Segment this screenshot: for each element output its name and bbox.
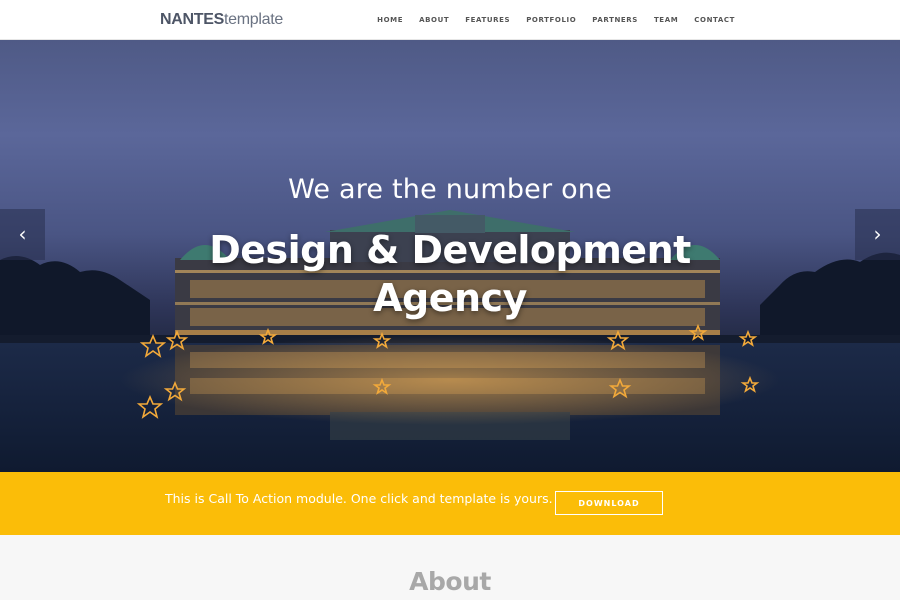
about-heading: About (409, 567, 491, 596)
chevron-right-icon: › (873, 222, 882, 246)
cta-text: This is Call To Action module. One click… (165, 491, 553, 506)
slider-prev-button[interactable]: ‹ (0, 209, 45, 260)
nav-features-link[interactable]: FEATURES (465, 16, 510, 24)
chevron-left-icon: ‹ (18, 222, 27, 246)
call-to-action-bar: This is Call To Action module. One click… (0, 472, 900, 535)
brand-logo-bold: NANTES (160, 11, 224, 28)
brand-logo-light: template (223, 11, 283, 28)
nav-home-link[interactable]: HOME (377, 16, 403, 24)
nav-partners-link[interactable]: PARTNERS (592, 16, 638, 24)
nav-about-link[interactable]: ABOUT (419, 16, 449, 24)
hero-subtitle: We are the number one (288, 174, 612, 205)
download-button[interactable]: DOWNLOAD (555, 491, 663, 515)
hero-title-line1: Design & Development (209, 228, 691, 272)
main-menu: HOME ABOUT FEATURES PORTFOLIO PARTNERS T… (361, 0, 735, 40)
top-navbar: NANTEStemplate HOME ABOUT FEATURES PORTF… (0, 0, 900, 40)
nav-contact-link[interactable]: CONTACT (694, 16, 735, 24)
about-section: About (0, 535, 900, 600)
nav-portfolio-link[interactable]: PORTFOLIO (526, 16, 576, 24)
brand-logo[interactable]: NANTEStemplate (160, 10, 283, 30)
nav-team-link[interactable]: TEAM (654, 16, 678, 24)
hero-title-line2: Agency (373, 276, 527, 320)
hero-slider: We are the number one Design & Developme… (0, 40, 900, 472)
slider-next-button[interactable]: › (855, 209, 900, 260)
